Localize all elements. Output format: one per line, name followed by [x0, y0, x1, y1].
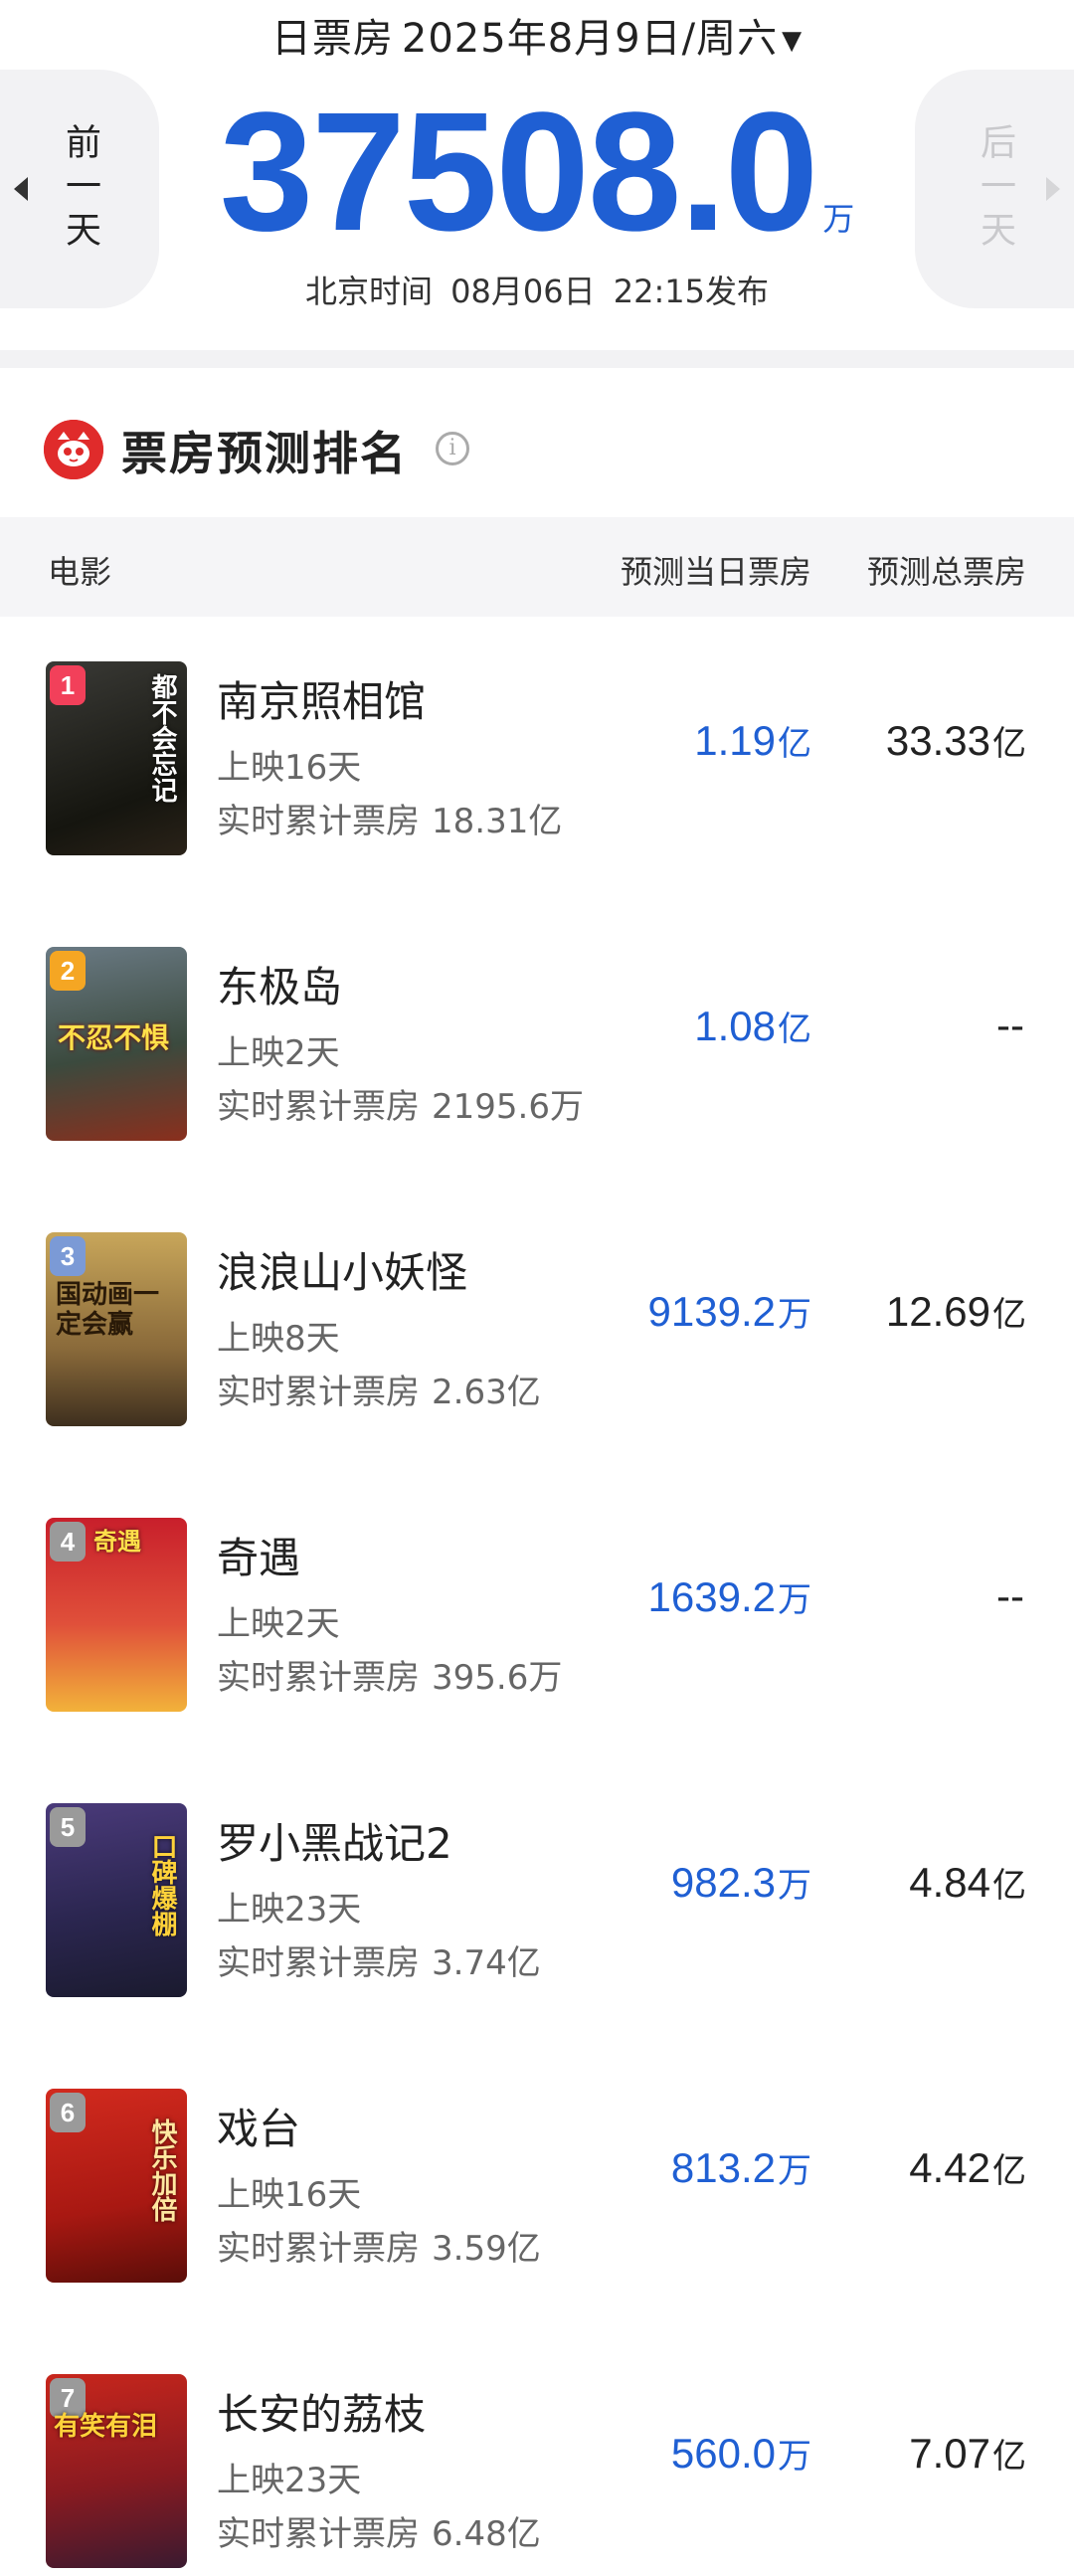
release-days: 上映8天	[217, 1319, 340, 1359]
poster-text: 口碑爆棚	[147, 1833, 177, 1936]
poster-text: 奇遇	[93, 1527, 141, 1556]
column-movie: 电影	[48, 553, 112, 591]
total-box-office: 37508.0 万	[0, 88, 1074, 257]
movie-row[interactable]: 2 不忍不惧 东极岛 上映2天 实时累计票房 2195.6万 1.08亿 --	[0, 902, 1074, 1188]
movie-name: 戏台	[217, 2105, 301, 2153]
movie-poster: 7 有笑有泪	[46, 2374, 187, 2568]
total-forecast: 12.69亿	[885, 1288, 1026, 1335]
movie-row[interactable]: 4 奇遇 奇遇 上映2天 实时累计票房 395.6万 1639.2万 --	[0, 1473, 1074, 1758]
date-selector[interactable]: 日票房 2025年8月9日/周六 ▼	[0, 6, 1074, 64]
maoyan-cat-logo-icon	[44, 420, 103, 479]
movie-name: 东极岛	[217, 963, 343, 1012]
total-forecast: 33.33亿	[885, 717, 1026, 764]
cumulative-box-office: 实时累计票房 3.74亿	[217, 1943, 541, 1983]
movie-poster: 3 国动画一定会赢	[46, 1232, 187, 1426]
movie-poster: 6 快乐加倍	[46, 2089, 187, 2283]
caret-down-icon[interactable]: ▼	[782, 26, 803, 56]
movie-row[interactable]: 5 口碑爆棚 罗小黑战记2 上映23天 实时累计票房 3.74亿 982.3万 4…	[0, 1758, 1074, 2044]
poster-text: 国动画一定会赢	[56, 1280, 160, 1340]
movie-row[interactable]: 7 有笑有泪 长安的荔枝 上映23天 实时累计票房 6.48亿 560.0万 7.…	[0, 2329, 1074, 2576]
column-day-forecast[interactable]: 预测当日票房	[621, 547, 811, 593]
movie-name: 长安的荔枝	[217, 2390, 427, 2439]
cumulative-box-office: 实时累计票房 3.59亿	[217, 2229, 541, 2269]
day-forecast: 813.2万	[670, 2144, 811, 2191]
movie-poster: 4 奇遇	[46, 1518, 187, 1712]
day-forecast: 560.0万	[670, 2430, 811, 2477]
page-title: 日票房	[270, 16, 394, 62]
cumulative-box-office: 实时累计票房 395.6万	[217, 1658, 563, 1698]
arrow-right-icon	[1046, 177, 1060, 201]
total-forecast: 7.07亿	[909, 2430, 1026, 2477]
movie-name: 浪浪山小妖怪	[217, 1248, 468, 1297]
info-icon[interactable]: i	[436, 432, 469, 465]
poster-text: 快乐加倍	[147, 2118, 177, 2222]
movie-poster: 1 都不会忘记	[46, 661, 187, 855]
day-forecast: 1639.2万	[647, 1573, 811, 1620]
rank-badge: 1	[50, 665, 86, 705]
column-total-forecast[interactable]: 预测总票房	[867, 547, 1026, 593]
cumulative-box-office: 实时累计票房 2195.6万	[217, 1087, 584, 1127]
rank-badge: 5	[50, 1807, 86, 1847]
release-days: 上映16天	[217, 748, 362, 788]
day-forecast: 982.3万	[670, 1859, 811, 1906]
movie-name: 罗小黑战记2	[217, 1819, 452, 1868]
total-forecast: 4.42亿	[909, 2144, 1026, 2191]
release-days: 上映23天	[217, 1890, 362, 1930]
publish-time: 北京时间 08月06日 22:15发布	[304, 273, 769, 310]
table-header: 电影 预测当日票房 预测总票房	[0, 517, 1074, 617]
movie-name: 南京照相馆	[217, 677, 427, 726]
total-value: 37508.0	[219, 78, 819, 267]
day-forecast: 1.19亿	[694, 717, 811, 764]
poster-text: 都不会忘记	[147, 673, 177, 803]
release-days: 上映2天	[217, 1033, 340, 1073]
rank-badge: 3	[50, 1236, 86, 1276]
movie-name: 奇遇	[217, 1534, 301, 1582]
day-forecast: 9139.2万	[647, 1288, 811, 1335]
rank-badge: 4	[50, 1522, 86, 1562]
date-value: 2025年8月9日/周六	[401, 16, 779, 62]
cumulative-box-office: 实时累计票房 2.63亿	[217, 1373, 541, 1412]
movie-poster: 5 口碑爆棚	[46, 1803, 187, 1997]
rank-badge: 6	[50, 2093, 86, 2132]
next-day-label: 后一天	[975, 123, 1015, 255]
release-days: 上映16天	[217, 2175, 362, 2215]
total-forecast: --	[996, 1572, 1024, 1619]
rank-badge: 2	[50, 951, 86, 991]
movie-row[interactable]: 6 快乐加倍 戏台 上映16天 实时累计票房 3.59亿 813.2万 4.42亿	[0, 2044, 1074, 2329]
day-forecast: 1.08亿	[694, 1003, 811, 1049]
next-day-button[interactable]: 后一天	[915, 70, 1074, 308]
release-days: 上映2天	[217, 1604, 340, 1644]
total-forecast: 4.84亿	[909, 1859, 1026, 1906]
release-days: 上映23天	[217, 2461, 362, 2500]
movie-ranking-list: 1 都不会忘记 南京照相馆 上映16天 实时累计票房 18.31亿 1.19亿 3…	[0, 617, 1074, 2576]
section-title: 票房预测排名	[121, 427, 408, 480]
box-office-header: 日票房 2025年8月9日/周六 ▼ 前一天 37508.0 万 北京时间 08月06…	[0, 0, 1074, 350]
ranking-section-header: 票房预测排名 i	[0, 368, 1074, 517]
movie-row[interactable]: 1 都不会忘记 南京照相馆 上映16天 实时累计票房 18.31亿 1.19亿 3…	[0, 617, 1074, 902]
cumulative-box-office: 实时累计票房 18.31亿	[217, 802, 563, 841]
poster-text: 不忍不惧	[58, 1021, 170, 1054]
poster-text: 有笑有泪	[54, 2412, 158, 2442]
total-forecast: --	[996, 1002, 1024, 1048]
movie-poster: 2 不忍不惧	[46, 947, 187, 1141]
movie-row[interactable]: 3 国动画一定会赢 浪浪山小妖怪 上映8天 实时累计票房 2.63亿 9139.2…	[0, 1188, 1074, 1473]
total-unit: 万	[822, 200, 855, 238]
cumulative-box-office: 实时累计票房 6.48亿	[217, 2514, 541, 2554]
